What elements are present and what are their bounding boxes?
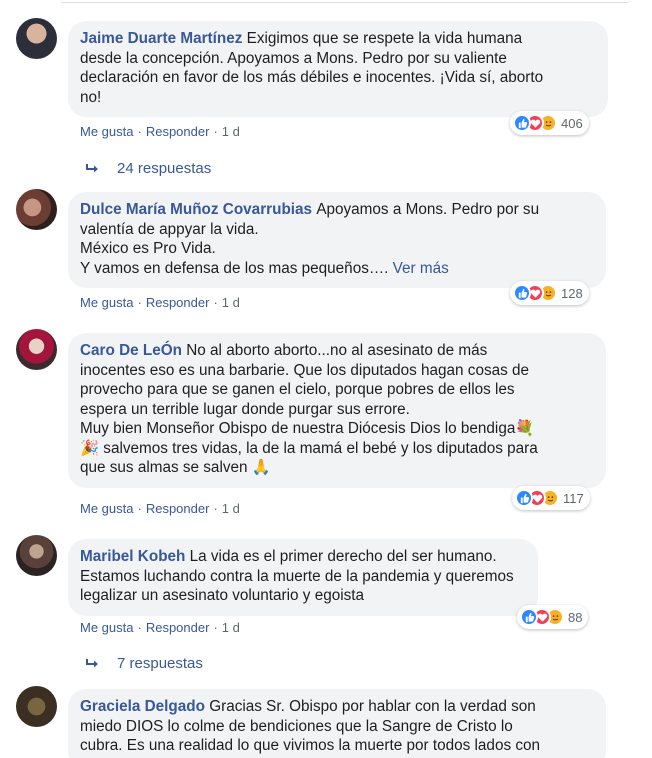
reaction-summary[interactable]: 406 <box>510 111 589 135</box>
comment-text: 🎉 salvemos tres vidas, la de la mamá el … <box>80 439 538 457</box>
like-link[interactable]: Me gusta <box>80 620 133 635</box>
comment-text: Gracias Sr. Obispo por hablar con la ver… <box>209 698 536 715</box>
thumbs-up-icon <box>515 489 533 507</box>
comment-text: declaración en favor de los más débiles … <box>80 69 544 86</box>
separator: · <box>137 620 142 635</box>
previous-comment-edge <box>0 0 652 4</box>
see-more-link[interactable]: Ver más <box>393 260 449 277</box>
reaction-count: 88 <box>568 609 583 625</box>
thumbs-up-icon <box>513 114 531 132</box>
reply-link[interactable]: Responder <box>146 620 210 635</box>
comment-text: provecho para que se ganen el cielo, por… <box>80 381 515 398</box>
comment-text: Y vamos en defensa de los mas pequeños…. <box>80 259 389 277</box>
comment-actions: Me gusta · Responder · 1 d <box>80 620 240 635</box>
comment-text: No al aborto aborto...no al asesinato de… <box>186 342 488 359</box>
comment-time[interactable]: 1 d <box>222 124 240 139</box>
comment-text: desde la concepción. Apoyamos a Mons. Pe… <box>80 49 507 67</box>
replies-count[interactable]: 7 respuestas <box>117 655 203 672</box>
reply-arrow-icon <box>86 658 98 667</box>
reply-link[interactable]: Responder <box>146 124 210 139</box>
comment-text: Exigimos que se respete la vida humana <box>246 30 523 47</box>
comment-bubble: Dulce María Muñoz Covarrubias Apoyamos a … <box>68 192 606 288</box>
avatar[interactable] <box>16 535 57 576</box>
like-link[interactable]: Me gusta <box>80 501 133 516</box>
comment-author[interactable]: Graciela Delgado <box>80 698 209 715</box>
separator: · <box>213 295 218 310</box>
thumbs-up-icon <box>513 284 531 302</box>
separator: · <box>137 124 142 139</box>
reaction-count: 406 <box>561 115 583 131</box>
comment-bubble: Jaime Duarte Martínez Exigimos que se res… <box>68 21 608 117</box>
comment-text: miedo DIOS lo colme de bendiciones que l… <box>80 717 513 735</box>
comment-author[interactable]: Jaime Duarte Martínez <box>80 30 247 47</box>
avatar[interactable] <box>16 329 57 370</box>
separator: · <box>213 124 218 139</box>
comment-author[interactable]: Dulce María Muñoz Covarrubias <box>80 201 316 218</box>
comment-text: valentía de appyar la vida. <box>80 220 259 238</box>
reaction-count: 128 <box>561 285 583 301</box>
separator: · <box>213 501 218 516</box>
comment-actions: Me gusta · Responder · 1 d <box>80 501 240 516</box>
view-replies-link[interactable]: 7 respuestas <box>85 655 203 672</box>
comment-bubble: Caro De LeÓn No al aborto aborto...no al … <box>68 333 606 488</box>
comment-text: México es Pro Vida. <box>80 240 216 257</box>
comment-text: que sus almas se salven 🙏 <box>80 459 271 476</box>
reaction-summary[interactable]: 88 <box>517 605 589 629</box>
avatar[interactable] <box>16 686 57 727</box>
comment-text: Muy bien Monseñor Obispo de nuestra Dióc… <box>80 420 535 437</box>
reply-link[interactable]: Responder <box>146 295 210 310</box>
comment-text: legalizar un asesinato voluntario y egoi… <box>80 587 365 604</box>
avatar[interactable] <box>16 189 57 230</box>
reaction-summary[interactable]: 128 <box>510 281 589 305</box>
reply-arrow-icon <box>86 163 98 172</box>
comment-text: espera un terrible lugar donde purgar su… <box>80 400 410 418</box>
like-link[interactable]: Me gusta <box>80 295 133 310</box>
thumbs-up-icon <box>520 608 538 626</box>
avatar[interactable] <box>16 18 57 59</box>
comment-text: Apoyamos a Mons. Pedro por su <box>316 201 540 218</box>
comment-actions: Me gusta · Responder · 1 d <box>80 124 240 139</box>
comment-bubble: Graciela Delgado Gracias Sr. Obispo por h… <box>68 689 606 758</box>
replies-count[interactable]: 24 respuestas <box>117 160 211 177</box>
reply-link[interactable]: Responder <box>146 501 210 516</box>
comment-text: no! <box>80 88 102 106</box>
comment-bubble: Maribel Kobeh La vida es el primer derech… <box>68 539 538 616</box>
comment-author[interactable]: Caro De LeÓn <box>80 342 186 359</box>
comment-author[interactable]: Maribel Kobeh <box>80 548 190 565</box>
separator: · <box>213 620 218 635</box>
comment-time[interactable]: 1 d <box>222 501 240 516</box>
comment-actions: Me gusta · Responder · 1 d <box>80 295 240 310</box>
comment-text: cubra. Es una realidad lo que vivimos la… <box>80 737 541 754</box>
comment-text: La vida es el primer derecho del ser hum… <box>189 548 497 565</box>
reaction-count: 117 <box>563 490 584 506</box>
comment-text: inocentes eso es una barbarie. Que los d… <box>80 361 530 379</box>
comment-time[interactable]: 1 d <box>222 295 240 310</box>
reaction-summary[interactable]: 117 <box>512 486 590 510</box>
comment-text: Estamos luchando contra la muerte de la … <box>80 567 514 585</box>
separator: · <box>137 295 142 310</box>
like-link[interactable]: Me gusta <box>80 124 133 139</box>
comment-time[interactable]: 1 d <box>222 620 240 635</box>
separator: · <box>137 501 142 516</box>
view-replies-link[interactable]: 24 respuestas <box>85 160 211 177</box>
